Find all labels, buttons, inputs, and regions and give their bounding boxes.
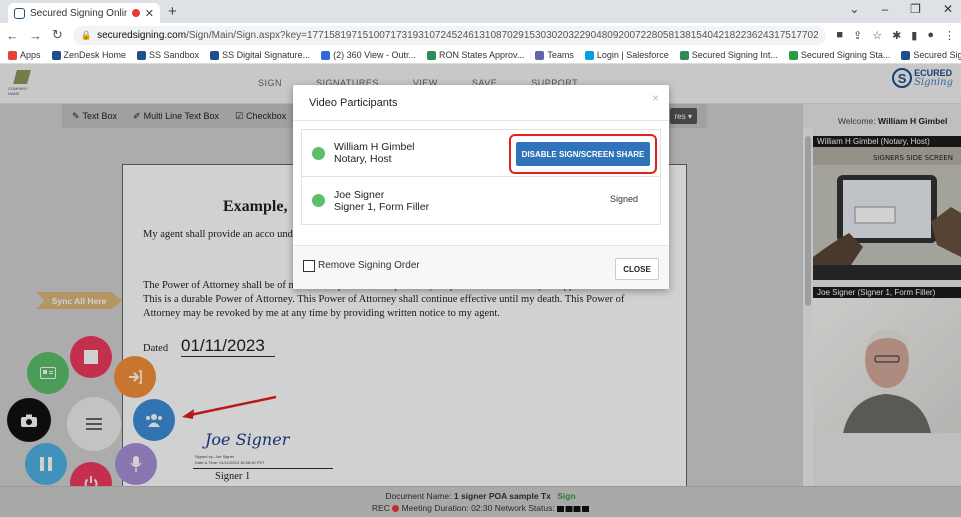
online-status-icon	[312, 146, 325, 160]
video-participants-modal: Video Participants × William H Gimbel No…	[293, 85, 669, 289]
bookmark-item[interactable]: Teams	[535, 50, 574, 60]
online-status-icon	[312, 194, 325, 207]
participant-row: William H Gimbel Notary, Host DISABLE SI…	[302, 130, 660, 177]
browser-tab[interactable]: Secured Signing Online Doc ✕	[8, 3, 160, 23]
bookmark-favicon-icon	[584, 50, 594, 60]
forward-icon[interactable]: →	[29, 28, 42, 43]
extension-icons: ■ ⇪ ☆ ✱ ▮ ● ⋮	[836, 29, 955, 42]
profile-icon[interactable]: ●	[927, 29, 934, 42]
sidebar-icon[interactable]: ▮	[911, 29, 917, 42]
participant-row: Joe Signer Signer 1, Form Filler Signed	[302, 177, 660, 224]
camera-indicator-icon[interactable]: ■	[836, 29, 843, 42]
participant-role: Signer 1, Form Filler	[334, 200, 430, 213]
bookmark-item[interactable]: Secured Signing Sta...	[788, 50, 890, 60]
bookmark-item[interactable]: SS Sandbox	[137, 50, 199, 60]
close-button[interactable]: CLOSE	[615, 258, 659, 280]
lock-icon: 🔒	[80, 29, 93, 40]
modal-close-icon[interactable]: ×	[652, 91, 659, 105]
tab-search-icon[interactable]: ⌄	[849, 2, 859, 16]
bookmark-item[interactable]: SS Digital Signature...	[210, 50, 310, 60]
modal-footer: Remove Signing Order CLOSE	[293, 245, 669, 289]
minimize-icon[interactable]: –	[881, 2, 888, 16]
bookmark-favicon-icon	[51, 50, 61, 60]
tab-title: Secured Signing Online Doc	[30, 7, 127, 19]
bookmark-favicon-icon	[8, 50, 17, 60]
bookmarks-bar: Apps ZenDesk Home SS Sandbox SS Digital Sig…	[0, 47, 961, 64]
participant-role: Notary, Host	[334, 153, 392, 165]
bookmark-item[interactable]: Apps	[8, 50, 41, 60]
url-path: /Sign/Main/Sign.aspx?key=177158197151007…	[186, 29, 819, 41]
participant-name: Joe Signer	[334, 188, 385, 201]
browser-tab-bar: Secured Signing Online Doc ✕ + ⌄ – ❐ ✕	[0, 0, 961, 23]
bookmark-favicon-icon	[137, 50, 147, 60]
kebab-menu-icon[interactable]: ⋮	[944, 29, 955, 42]
bookmark-favicon-icon	[788, 50, 798, 60]
bookmark-item[interactable]: ZenDesk Home	[51, 50, 126, 60]
bookmark-item[interactable]: Login | Salesforce	[584, 50, 669, 60]
bookmark-favicon-icon	[321, 50, 331, 60]
bookmark-item[interactable]: Secured Signing - A...	[901, 50, 961, 60]
bookmark-item[interactable]: RON States Approv...	[427, 50, 524, 60]
address-bar-row: ← → ↻ 🔒 securedsigning.com/Sign/Main/Sig…	[0, 23, 961, 47]
bookmark-favicon-icon	[679, 50, 689, 60]
disable-sign-screen-share-button[interactable]: DISABLE SIGN/SCREEN SHARE	[516, 142, 650, 166]
bookmark-favicon-icon	[535, 50, 545, 60]
url-input[interactable]: 🔒 securedsigning.com/Sign/Main/Sign.aspx…	[72, 25, 827, 45]
restore-icon[interactable]: ❐	[910, 2, 921, 16]
participant-status: Signed	[609, 194, 638, 204]
bookmark-favicon-icon	[210, 50, 220, 60]
extensions-icon[interactable]: ✱	[892, 29, 901, 42]
participants-list: William H Gimbel Notary, Host DISABLE SI…	[301, 129, 661, 225]
bookmark-favicon-icon	[901, 50, 911, 60]
new-tab-icon[interactable]: +	[168, 3, 177, 20]
tab-close-icon[interactable]: ✕	[145, 7, 154, 20]
url-domain: securedsigning.com	[97, 29, 187, 41]
back-icon[interactable]: ←	[6, 28, 19, 43]
remove-signing-order-checkbox[interactable]	[303, 260, 315, 272]
bookmark-item[interactable]: Secured Signing Int...	[679, 50, 778, 60]
modal-title: Video Participants	[309, 96, 398, 109]
close-window-icon[interactable]: ✕	[943, 2, 953, 16]
reload-icon[interactable]: ↻	[52, 27, 63, 43]
recording-indicator-icon	[131, 9, 140, 17]
window-controls: ⌄ – ❐ ✕	[849, 2, 953, 16]
star-icon[interactable]: ☆	[872, 29, 882, 42]
bookmark-item[interactable]: (2) 360 View - Outr...	[321, 50, 416, 60]
bookmark-favicon-icon	[427, 50, 437, 60]
participant-name: William H Gimbel	[334, 141, 415, 153]
share-icon[interactable]: ⇪	[853, 29, 862, 42]
secured-signing-favicon-icon	[14, 7, 25, 19]
remove-signing-order-label: Remove Signing Order	[318, 260, 420, 271]
